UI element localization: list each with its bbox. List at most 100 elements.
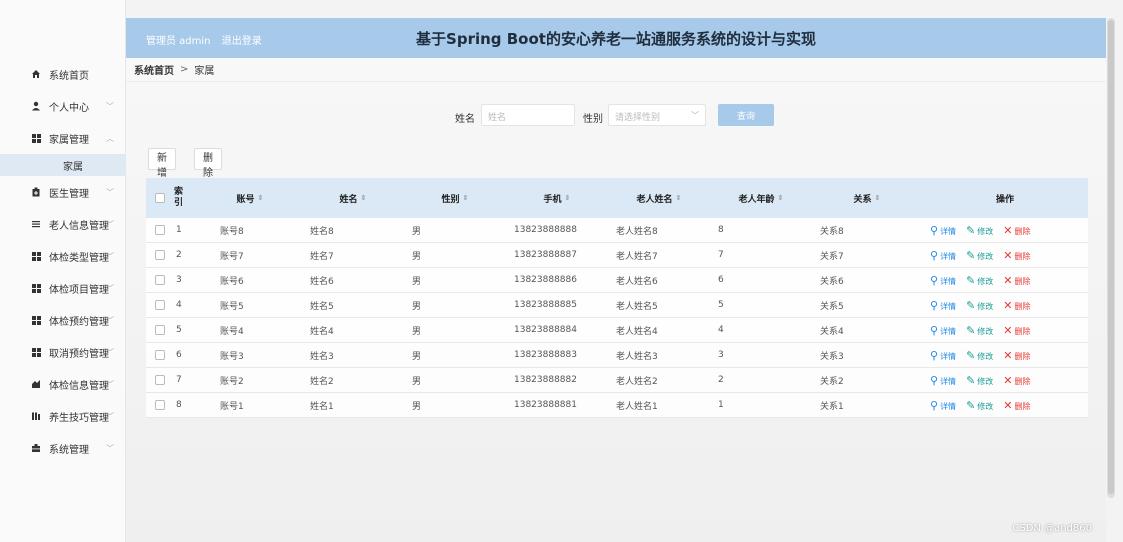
detail-button[interactable]: ⚲ 详情 — [930, 249, 956, 262]
delete-label: 删除 — [1014, 251, 1031, 261]
detail-label: 详情 — [940, 376, 957, 386]
row-checkbox[interactable] — [146, 250, 174, 260]
edit-button[interactable]: ✎ 修改 — [966, 349, 993, 362]
row-checkbox[interactable] — [146, 350, 174, 360]
col-account[interactable]: 账号 ⇕ — [198, 192, 302, 205]
sidebar-item-exam-info-management[interactable]: 体检信息管理 ﹀ — [0, 368, 126, 400]
edit-button[interactable]: ✎ 修改 — [966, 324, 993, 337]
search-icon: ⚲ — [930, 298, 939, 312]
search-icon: ⚲ — [930, 348, 939, 362]
delete-button[interactable]: ✕ 删除 — [1003, 324, 1030, 337]
cell-elder-name: 老人姓名5 — [616, 301, 658, 312]
cell-account: 账号6 — [220, 276, 244, 287]
delete-label: 删除 — [1014, 326, 1031, 336]
detail-button[interactable]: ⚲ 详情 — [930, 349, 956, 362]
sidebar-item-label: 体检预约管理 — [49, 316, 109, 328]
sidebar-item-exam-type-management[interactable]: 体检类型管理 ﹀ — [0, 240, 126, 272]
delete-button[interactable]: ✕ 删除 — [1003, 399, 1030, 412]
sidebar-item-elder-info-management[interactable]: 老人信息管理 ﹀ — [0, 208, 126, 240]
scrollbar-thumb[interactable] — [1108, 20, 1114, 494]
edit-button[interactable]: ✎ 修改 — [966, 299, 993, 312]
cell-relation: 关系7 — [820, 251, 844, 262]
detail-label: 详情 — [940, 301, 957, 311]
cell-account: 账号5 — [220, 301, 244, 312]
cell-elder-age: 7 — [718, 250, 724, 260]
sidebar-item-home[interactable]: 系统首页 — [0, 58, 126, 90]
delete-button[interactable]: ✕ 删除 — [1003, 249, 1030, 262]
sort-icon: ⇕ — [257, 194, 264, 202]
sidebar-item-label: 系统首页 — [49, 70, 89, 82]
row-checkbox[interactable] — [146, 325, 174, 335]
sidebar-item-label: 体检信息管理 — [49, 380, 109, 392]
detail-button[interactable]: ⚲ 详情 — [930, 399, 956, 412]
page-scrollbar[interactable] — [1107, 18, 1115, 498]
cell-elder-name: 老人姓名1 — [616, 401, 658, 412]
row-checkbox[interactable] — [146, 275, 174, 285]
cell-phone: 13823888884 — [514, 325, 577, 335]
sidebar-item-doctor-management[interactable]: 医生管理 ﹀ — [0, 176, 126, 208]
cell-index: 7 — [176, 375, 182, 385]
breadcrumb-home[interactable]: 系统首页 — [134, 62, 174, 77]
cell-operations: ⚲ 详情 ✎ 修改 ✕ 删除 — [922, 399, 1088, 412]
grid-icon — [30, 314, 42, 326]
col-relation[interactable]: 关系 ⇕ — [812, 192, 922, 205]
add-button[interactable]: 新增 — [148, 148, 176, 179]
pencil-icon: ✎ — [966, 373, 976, 387]
sidebar-subitem-family[interactable]: 家属 — [0, 154, 126, 176]
row-checkbox[interactable] — [146, 375, 174, 385]
detail-button[interactable]: ⚲ 详情 — [930, 224, 956, 237]
list-icon — [30, 218, 42, 230]
grid-icon — [30, 282, 42, 294]
sidebar-item-exam-project-management[interactable]: 体检项目管理 ﹀ — [0, 272, 126, 304]
col-elder-name[interactable]: 老人姓名 ⇕ — [608, 192, 710, 205]
detail-button[interactable]: ⚲ 详情 — [930, 274, 956, 287]
table-header: 索引 账号 ⇕ 姓名 ⇕ 性别 ⇕ 手机 ⇕ 老人姓名 ⇕ 老人年龄 ⇕ 关系 ⇕ 操作 — [146, 178, 1088, 218]
col-phone[interactable]: 手机 ⇕ — [506, 192, 608, 205]
cell-name: 姓名7 — [310, 251, 334, 262]
cell-operations: ⚲ 详情 ✎ 修改 ✕ 删除 — [922, 374, 1088, 387]
col-elder-age[interactable]: 老人年龄 ⇕ — [710, 192, 812, 205]
edit-button[interactable]: ✎ 修改 — [966, 249, 993, 262]
sidebar-item-personal-center[interactable]: 个人中心 ﹀ — [0, 90, 126, 122]
gender-select[interactable]: 请选择性别 ﹀ — [608, 104, 706, 126]
row-checkbox[interactable] — [146, 300, 174, 310]
detail-button[interactable]: ⚲ 详情 — [930, 324, 956, 337]
delete-button[interactable]: ✕ 删除 — [1003, 349, 1030, 362]
breadcrumb-current: 家属 — [194, 66, 215, 77]
sidebar-item-health-tips-management[interactable]: 养生技巧管理 ﹀ — [0, 400, 126, 432]
sidebar-item-system-management[interactable]: 系统管理 ﹀ — [0, 432, 126, 464]
sidebar-item-label: 个人中心 — [49, 102, 89, 114]
edit-label: 修改 — [977, 276, 994, 286]
edit-button[interactable]: ✎ 修改 — [966, 374, 993, 387]
edit-label: 修改 — [977, 326, 994, 336]
detail-button[interactable]: ⚲ 详情 — [930, 374, 956, 387]
col-name[interactable]: 姓名 ⇕ — [302, 192, 404, 205]
name-search-input[interactable]: 姓名 — [481, 104, 575, 126]
edit-button[interactable]: ✎ 修改 — [966, 224, 993, 237]
settings-icon — [30, 442, 42, 454]
sidebar-item-family-management[interactable]: 家属管理 ︿ — [0, 122, 126, 154]
col-gender[interactable]: 性别 ⇕ — [404, 192, 506, 205]
detail-button[interactable]: ⚲ 详情 — [930, 299, 956, 312]
cell-gender: 男 — [412, 351, 422, 362]
delete-button[interactable]: ✕ 删除 — [1003, 224, 1030, 237]
cell-index: 5 — [176, 325, 182, 335]
search-button[interactable]: 查询 — [718, 104, 774, 126]
batch-delete-button[interactable]: 删除 — [194, 148, 222, 179]
edit-button[interactable]: ✎ 修改 — [966, 399, 993, 412]
sidebar-item-cancel-booking-management[interactable]: 取消预约管理 ﹀ — [0, 336, 126, 368]
row-checkbox[interactable] — [146, 225, 174, 235]
chevron-down-icon: ﹀ — [106, 220, 114, 229]
delete-button[interactable]: ✕ 删除 — [1003, 299, 1030, 312]
sidebar-item-exam-booking-management[interactable]: 体检预约管理 ﹀ — [0, 304, 126, 336]
row-checkbox[interactable] — [146, 400, 174, 410]
sort-icon: ⇕ — [675, 194, 682, 202]
delete-button[interactable]: ✕ 删除 — [1003, 274, 1030, 287]
cell-relation: 关系6 — [820, 276, 844, 287]
delete-button[interactable]: ✕ 删除 — [1003, 374, 1030, 387]
col-index[interactable]: 索引 — [174, 187, 198, 209]
sort-icon: ⇕ — [360, 194, 367, 202]
edit-button[interactable]: ✎ 修改 — [966, 274, 993, 287]
sidebar-item-label: 家属管理 — [49, 134, 89, 146]
select-all-checkbox[interactable] — [146, 193, 174, 203]
